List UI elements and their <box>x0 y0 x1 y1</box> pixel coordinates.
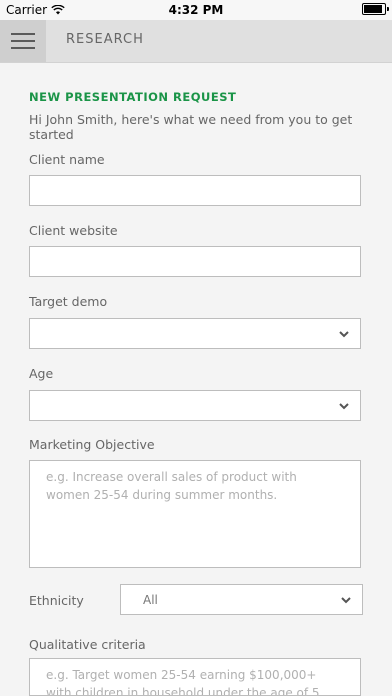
marketing-objective-label: Marketing Objective <box>29 437 155 452</box>
menu-button[interactable] <box>0 20 46 62</box>
hamburger-icon-line <box>11 47 35 49</box>
chevron-down-icon <box>339 403 349 410</box>
status-time: 4:32 PM <box>168 3 224 17</box>
hamburger-icon-line <box>11 40 35 42</box>
ethnicity-value: All <box>143 593 158 607</box>
page-title: RESEARCH <box>66 32 144 47</box>
target-demo-select[interactable] <box>29 318 361 349</box>
nav-bar: RESEARCH <box>0 20 392 63</box>
client-name-input[interactable] <box>30 176 360 205</box>
client-website-field[interactable] <box>29 246 361 277</box>
ethnicity-select[interactable]: All <box>120 584 363 615</box>
chevron-down-icon <box>341 597 351 604</box>
hamburger-icon <box>11 33 35 35</box>
marketing-objective-textarea[interactable]: e.g. Increase overall sales of product w… <box>29 460 361 568</box>
form-heading: NEW PRESENTATION REQUEST <box>29 90 237 104</box>
age-select[interactable] <box>29 390 361 421</box>
client-name-field[interactable] <box>29 175 361 206</box>
battery-tip <box>387 7 389 11</box>
form-intro: Hi John Smith, here's what we need from … <box>29 112 353 142</box>
qualitative-criteria-textarea[interactable]: e.g. Target women 25-54 earning $100,000… <box>29 658 361 696</box>
status-bar: Carrier 4:32 PM <box>0 0 392 20</box>
client-website-label: Client website <box>29 223 118 238</box>
target-demo-label: Target demo <box>29 294 108 309</box>
battery-level <box>364 5 382 13</box>
client-name-label: Client name <box>29 152 105 167</box>
client-website-input[interactable] <box>30 247 360 276</box>
age-label: Age <box>29 366 54 381</box>
status-right <box>362 3 389 15</box>
ethnicity-label: Ethnicity <box>29 593 84 608</box>
battery-icon <box>362 3 389 15</box>
qualitative-criteria-label: Qualitative criteria <box>29 637 146 652</box>
chevron-down-icon <box>339 331 349 338</box>
